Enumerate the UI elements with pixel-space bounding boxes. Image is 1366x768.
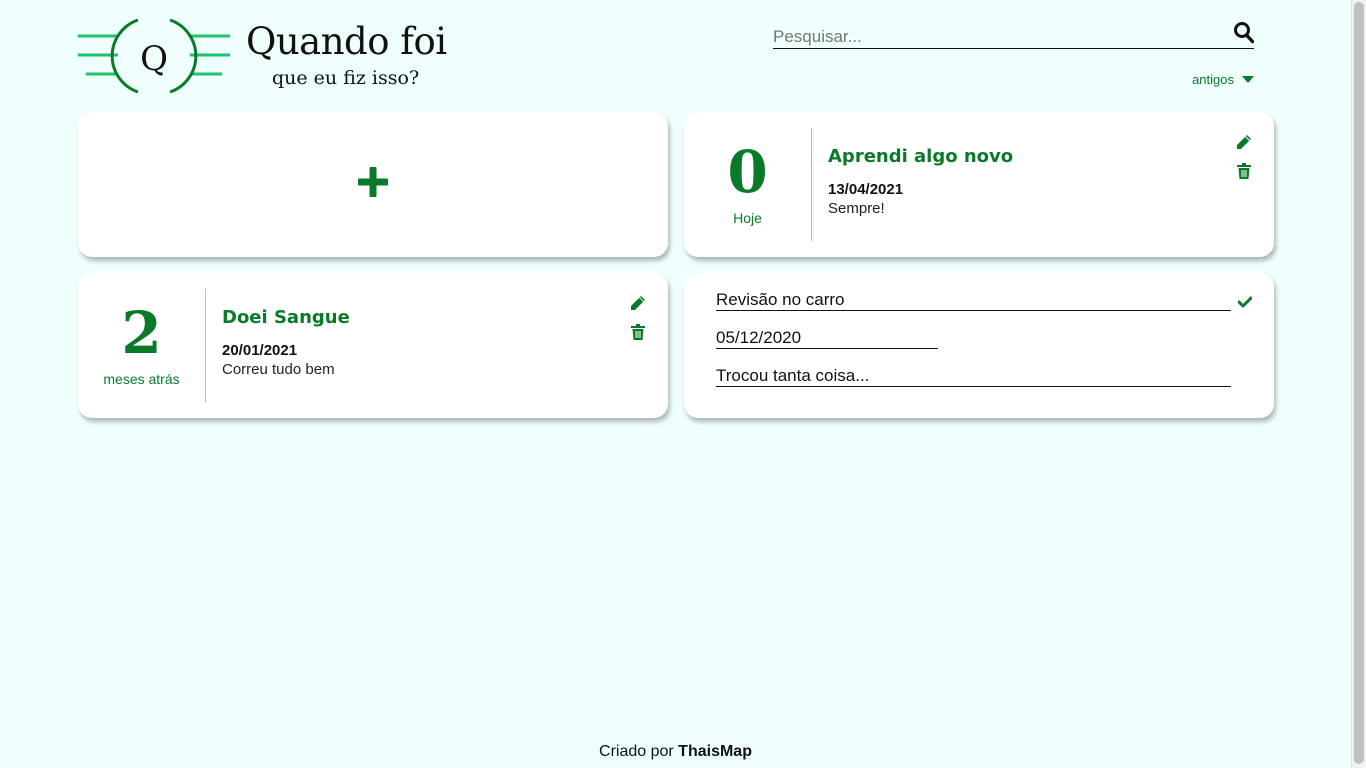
edit-icon[interactable] bbox=[1236, 134, 1252, 155]
svg-text:Q: Q bbox=[140, 39, 168, 79]
event-card: 2 meses atrás Doei Sangue 20/01/2021 Cor… bbox=[78, 273, 668, 418]
author-link[interactable]: ThaisMap bbox=[678, 743, 752, 760]
edit-icon[interactable] bbox=[630, 295, 646, 316]
event-title: Aprendi algo novo bbox=[828, 146, 1014, 167]
app-subtitle: que eu fiz isso? bbox=[272, 67, 420, 89]
elapsed-counter: 2 meses atrás bbox=[78, 289, 206, 402]
search-input[interactable] bbox=[773, 22, 1223, 48]
plus-icon bbox=[358, 167, 388, 202]
event-date-field[interactable] bbox=[716, 327, 938, 349]
logo-mark: Q bbox=[78, 18, 230, 94]
scrollbar[interactable] bbox=[1351, 0, 1366, 768]
sort-label: antigos bbox=[1192, 72, 1234, 87]
elapsed-number: 2 bbox=[121, 299, 162, 367]
event-date: 13/04/2021 bbox=[828, 181, 904, 198]
caret-down-icon bbox=[1242, 72, 1254, 87]
event-date: 20/01/2021 bbox=[222, 342, 298, 359]
search-bar bbox=[773, 22, 1255, 49]
footer: Criado por ThaisMap bbox=[0, 743, 1351, 761]
app-logo: Q Quando foi que eu fiz isso? bbox=[78, 18, 447, 98]
event-title: Doei Sangue bbox=[222, 307, 350, 328]
add-event-card[interactable] bbox=[78, 112, 668, 257]
elapsed-counter: 0 Hoje bbox=[684, 128, 812, 241]
app-title: Quando foi bbox=[246, 20, 447, 63]
elapsed-number: 0 bbox=[727, 138, 768, 206]
footer-prefix: Criado por bbox=[599, 743, 674, 760]
event-card: 0 Hoje Aprendi algo novo 13/04/2021 Semp… bbox=[684, 112, 1274, 257]
event-note-field[interactable] bbox=[716, 365, 1231, 387]
edit-event-card bbox=[684, 273, 1274, 418]
event-title-field[interactable] bbox=[716, 289, 1231, 311]
check-icon[interactable] bbox=[1237, 295, 1253, 313]
trash-icon[interactable] bbox=[1237, 163, 1251, 184]
event-note: Sempre! bbox=[828, 200, 885, 217]
event-info: Aprendi algo novo 13/04/2021 Sempre! bbox=[828, 146, 1013, 217]
search-icon[interactable] bbox=[1234, 22, 1255, 49]
trash-icon[interactable] bbox=[631, 324, 645, 345]
event-note: Correu tudo bem bbox=[222, 361, 335, 378]
event-info: Doei Sangue 20/01/2021 Correu tudo bem bbox=[222, 307, 350, 378]
scrollbar-thumb[interactable] bbox=[1354, 2, 1364, 764]
elapsed-unit: meses atrás bbox=[103, 371, 180, 387]
elapsed-unit: Hoje bbox=[733, 210, 762, 226]
sort-dropdown[interactable]: antigos bbox=[1192, 72, 1254, 87]
